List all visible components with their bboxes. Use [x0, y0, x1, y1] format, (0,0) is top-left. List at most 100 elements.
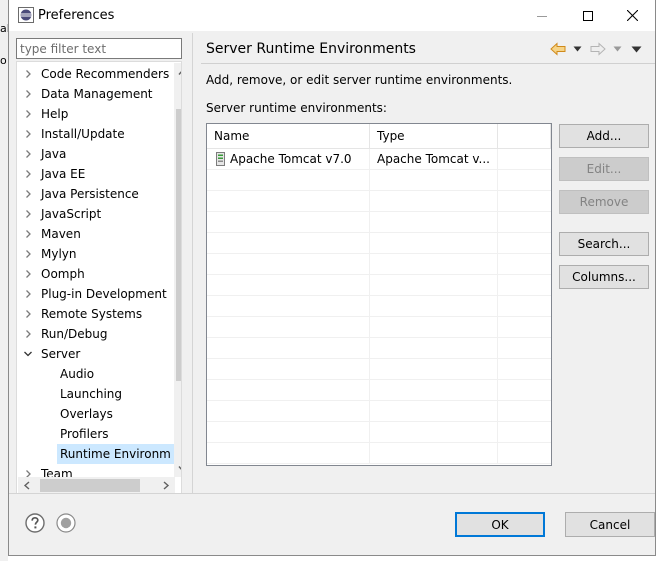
columns-button[interactable]: Columns... — [559, 265, 649, 289]
chevron-right-icon[interactable] — [23, 229, 33, 239]
minimize-button[interactable] — [519, 0, 565, 31]
cancel-button[interactable]: Cancel — [565, 512, 655, 537]
table-row[interactable] — [207, 380, 551, 401]
close-button[interactable] — [609, 0, 655, 31]
table-row[interactable] — [207, 296, 551, 317]
name-cell — [207, 254, 370, 274]
tree-item[interactable]: Java Persistence — [17, 184, 173, 204]
chevron-right-icon[interactable] — [23, 169, 33, 179]
scroll-down-arrow-icon[interactable] — [177, 463, 182, 474]
tree-item[interactable]: Server — [17, 344, 173, 364]
forward-history-dropdown[interactable] — [613, 40, 622, 58]
chevron-right-icon[interactable] — [23, 89, 33, 99]
type-cell — [370, 170, 498, 190]
tree-item[interactable]: Overlays — [17, 404, 173, 424]
chevron-down-icon[interactable] — [23, 349, 33, 359]
vertical-scroll-thumb[interactable] — [176, 109, 181, 381]
name-cell — [207, 338, 370, 358]
type-cell — [370, 443, 498, 463]
table-row[interactable] — [207, 254, 551, 275]
back-button[interactable] — [550, 40, 566, 58]
tree-item[interactable]: JavaScript — [17, 204, 173, 224]
type-cell — [370, 254, 498, 274]
tree-item[interactable]: Java — [17, 144, 173, 164]
table-row[interactable] — [207, 212, 551, 233]
dropdown-triangle-icon — [613, 46, 622, 52]
table-row[interactable] — [207, 338, 551, 359]
chevron-right-icon[interactable] — [23, 329, 33, 339]
remove-button[interactable]: Remove — [559, 190, 649, 214]
tree-item[interactable]: Oomph — [17, 264, 173, 284]
type-cell — [370, 401, 498, 421]
table-row[interactable] — [207, 422, 551, 443]
table-label: Server runtime environments: — [206, 101, 387, 115]
tree-item-label: Code Recommenders — [41, 67, 170, 81]
table-row[interactable] — [207, 170, 551, 191]
chevron-right-icon[interactable] — [23, 209, 33, 219]
tree-item[interactable]: Java EE — [17, 164, 173, 184]
tree-item[interactable]: Help — [17, 104, 173, 124]
name-cell — [207, 443, 370, 463]
tree-item[interactable]: Profilers — [17, 424, 173, 444]
chevron-right-icon[interactable] — [23, 269, 33, 279]
tree-item[interactable]: Code Recommenders — [17, 64, 173, 84]
tree-item[interactable]: Launching — [17, 384, 173, 404]
tree-item[interactable]: Plug-in Development — [17, 284, 173, 304]
tree-item[interactable]: Mylyn — [17, 244, 173, 264]
record-macro-icon[interactable] — [56, 513, 76, 533]
table-row[interactable] — [207, 233, 551, 254]
column-header-filler — [498, 124, 551, 148]
chevron-right-icon[interactable] — [23, 69, 33, 79]
tree-item-label: Remote Systems — [41, 307, 143, 321]
tree-vertical-scrollbar[interactable] — [174, 63, 182, 477]
chevron-right-icon[interactable] — [23, 289, 33, 299]
chevron-right-icon[interactable] — [23, 149, 33, 159]
tree-item[interactable]: Maven — [17, 224, 173, 244]
minimize-icon — [537, 15, 547, 17]
maximize-button[interactable] — [565, 0, 611, 31]
filler-cell — [498, 359, 551, 379]
tree-item-label: Java Persistence — [41, 187, 139, 201]
ok-button[interactable]: OK — [455, 512, 545, 537]
view-menu-button[interactable] — [631, 40, 642, 58]
column-header-type[interactable]: Type — [370, 124, 498, 148]
table-row[interactable] — [207, 401, 551, 422]
table-row[interactable] — [207, 359, 551, 380]
chevron-right-icon[interactable] — [23, 129, 33, 139]
view-menu-triangle-icon — [631, 46, 642, 52]
name-cell — [207, 296, 370, 316]
tree-item[interactable]: Runtime Environm — [17, 444, 174, 464]
chevron-right-icon[interactable] — [23, 309, 33, 319]
back-history-dropdown[interactable] — [573, 40, 582, 58]
tree-item[interactable]: Remote Systems — [17, 304, 173, 324]
table-row[interactable] — [207, 191, 551, 212]
scroll-right-arrow-icon[interactable] — [160, 480, 171, 491]
background-text-fragment: o — [0, 54, 7, 67]
scroll-left-arrow-icon[interactable] — [22, 480, 33, 491]
chevron-right-icon[interactable] — [23, 249, 33, 259]
filter-input[interactable] — [16, 38, 182, 59]
forward-button[interactable] — [590, 40, 606, 58]
table-row[interactable] — [207, 443, 551, 464]
table-row[interactable] — [207, 275, 551, 296]
chevron-right-icon[interactable] — [23, 109, 33, 119]
panel-sash[interactable] — [192, 33, 193, 493]
edit-button[interactable]: Edit... — [559, 157, 649, 181]
column-header-name[interactable]: Name — [207, 124, 370, 148]
table-row[interactable] — [207, 317, 551, 338]
tree-item-label: Install/Update — [41, 127, 125, 141]
tree-item-label: Plug-in Development — [41, 287, 167, 301]
table-row[interactable]: Apache Tomcat v7.0 Apache Tomcat v... — [207, 149, 551, 170]
help-icon[interactable] — [25, 513, 45, 533]
tree-item[interactable]: Install/Update — [17, 124, 173, 144]
tree-item[interactable]: Run/Debug — [17, 324, 173, 344]
add-button[interactable]: Add... — [559, 124, 649, 148]
chevron-right-icon[interactable] — [23, 189, 33, 199]
tree-item[interactable]: Audio — [17, 364, 173, 384]
scroll-up-arrow-icon[interactable] — [177, 67, 182, 78]
tree-item[interactable]: Data Management — [17, 84, 173, 104]
search-button[interactable]: Search... — [559, 232, 649, 256]
tree-item-label: Profilers — [60, 427, 109, 441]
horizontal-scroll-thumb[interactable] — [40, 479, 140, 492]
tree-horizontal-scrollbar[interactable] — [18, 477, 175, 493]
